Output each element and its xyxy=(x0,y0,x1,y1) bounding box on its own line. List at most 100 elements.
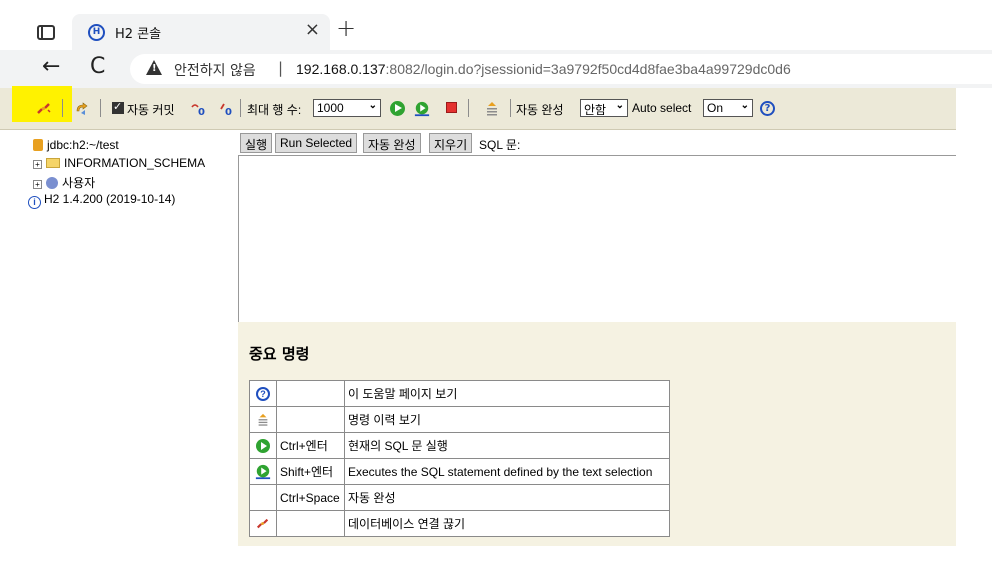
auto-commit-label: 자동 커밋 xyxy=(127,103,175,117)
table-row: 명령 이력 보기 xyxy=(249,406,670,433)
new-tab-button[interactable]: + xyxy=(336,14,356,42)
warning-icon[interactable] xyxy=(146,60,162,75)
sql-label: SQL 문: xyxy=(479,138,521,152)
help-row-desc: 자동 완성 xyxy=(344,484,670,511)
help-row-icon xyxy=(249,432,277,459)
tree-item-connection[interactable]: jdbc:h2:~/test xyxy=(33,138,119,152)
run-icon[interactable] xyxy=(390,101,405,116)
clear-button[interactable]: 지우기 xyxy=(429,133,473,153)
disconnect-icon[interactable] xyxy=(36,101,52,117)
toolbar-separator xyxy=(240,99,241,117)
svg-text:0: 0 xyxy=(225,107,232,117)
rollback-icon[interactable]: 0 xyxy=(218,101,234,117)
history-icon[interactable] xyxy=(484,101,500,117)
help-row-icon xyxy=(249,484,277,511)
tree-item-label: H2 1.4.200 (2019-10-14) xyxy=(44,192,176,206)
reload-button[interactable]: C xyxy=(90,54,105,79)
help-row-icon xyxy=(249,458,277,485)
help-row-key xyxy=(276,380,345,407)
help-row-icon xyxy=(249,406,277,433)
tree-item-label: INFORMATION_SCHEMA xyxy=(64,156,206,170)
table-row: Ctrl+Space 자동 완성 xyxy=(249,484,670,511)
tree-item-version: i H2 1.4.200 (2019-10-14) xyxy=(28,192,175,209)
run-selected-button[interactable]: Run Selected xyxy=(275,133,358,153)
autocomplete-label: 자동 완성 xyxy=(516,103,564,117)
browser-window: H H2 콘솔 × + ← C 안전하지 않음 | 192.168.0.137:… xyxy=(0,0,992,561)
auto-select-label: Auto select xyxy=(632,101,692,115)
sql-editor[interactable] xyxy=(238,155,956,322)
address-bar[interactable]: 안전하지 않음 | 192.168.0.137:8082/login.do?js… xyxy=(130,54,992,84)
toolbar-separator xyxy=(510,99,511,117)
help-row-icon xyxy=(249,510,277,537)
disconnect-icon xyxy=(256,518,269,529)
expand-icon[interactable]: + xyxy=(33,180,42,189)
help-row-key: Shift+엔터 xyxy=(276,458,345,485)
autocomplete-value: 안함 xyxy=(584,103,607,117)
autocomplete-button[interactable]: 자동 완성 xyxy=(363,133,421,153)
max-rows-value: 1000 xyxy=(317,101,344,115)
tree-item-users[interactable]: + 사용자 xyxy=(33,174,95,191)
help-row-desc: 현재의 SQL 문 실행 xyxy=(344,432,670,459)
help-row-desc: 데이터베이스 연결 끊기 xyxy=(344,510,670,537)
tree-item-information-schema[interactable]: + INFORMATION_SCHEMA xyxy=(33,156,205,170)
auto-select-select[interactable]: On ⌄ xyxy=(703,99,753,117)
table-row: 데이터베이스 연결 끊기 xyxy=(249,510,670,537)
auto-select-value: On xyxy=(707,101,724,115)
help-row-key xyxy=(276,510,345,537)
schema-tree: jdbc:h2:~/test + INFORMATION_SCHEMA + 사용자 … xyxy=(0,130,238,561)
refresh-icon[interactable] xyxy=(74,101,90,117)
autocomplete-select[interactable]: 안함 ⌄ xyxy=(580,99,628,117)
tab-actions-icon[interactable] xyxy=(37,25,55,40)
table-row: Ctrl+엔터 현재의 SQL 문 실행 xyxy=(249,432,670,459)
h2-favicon-icon: H xyxy=(88,24,105,41)
help-table: ? 이 도움말 페이지 보기 명령 이력 보기 Ctrl+엔터 현재의 SQL … xyxy=(249,380,670,537)
auto-commit-checkbox[interactable] xyxy=(112,100,124,114)
help-title: 중요 명령 xyxy=(249,345,310,363)
run-button[interactable]: 실행 xyxy=(240,133,273,153)
help-row-icon: ? xyxy=(249,380,277,407)
tab-close-button[interactable]: × xyxy=(305,19,320,40)
url-host: 192.168.0.137 xyxy=(296,61,386,77)
users-icon xyxy=(46,177,58,189)
tab-title: H2 콘솔 xyxy=(115,27,162,42)
help-row-key xyxy=(276,406,345,433)
help-row-desc: 이 도움말 페이지 보기 xyxy=(344,380,670,407)
commit-icon[interactable]: 0 xyxy=(190,101,206,117)
tab-strip: H H2 콘솔 × + xyxy=(0,0,992,50)
history-icon xyxy=(258,413,268,426)
back-button[interactable]: ← xyxy=(42,54,60,79)
toolbar-separator xyxy=(468,99,469,117)
toolbar-separator xyxy=(62,99,63,117)
toolbar-separator xyxy=(100,99,101,117)
help-row-desc: 명령 이력 보기 xyxy=(344,406,670,433)
tree-item-label: jdbc:h2:~/test xyxy=(47,138,119,152)
url-text[interactable]: 192.168.0.137:8082/login.do?jsessionid=3… xyxy=(296,61,791,77)
max-rows-select[interactable]: 1000 ⌄ xyxy=(313,99,381,117)
address-separator: | xyxy=(278,59,284,77)
browser-tab[interactable]: H H2 콘솔 × xyxy=(72,14,330,50)
chevron-down-icon: ⌄ xyxy=(740,100,749,111)
run-icon xyxy=(256,438,270,453)
database-icon xyxy=(33,139,43,151)
help-row-desc: Executes the SQL statement defined by th… xyxy=(344,458,670,485)
security-status[interactable]: 안전하지 않음 xyxy=(174,60,256,80)
chevron-down-icon: ⌄ xyxy=(615,100,624,111)
help-icon[interactable]: ? xyxy=(760,101,775,116)
info-icon: i xyxy=(28,196,41,209)
run-selected-icon[interactable] xyxy=(414,101,430,117)
expand-icon[interactable]: + xyxy=(33,160,42,169)
help-row-key: Ctrl+엔터 xyxy=(276,432,345,459)
help-row-key: Ctrl+Space xyxy=(276,484,345,511)
svg-text:0: 0 xyxy=(198,107,205,117)
url-path: :8082/login.do?jsessionid=3a9792f50cd4d8… xyxy=(385,61,791,77)
chevron-down-icon: ⌄ xyxy=(368,100,377,111)
table-row: ? 이 도움말 페이지 보기 xyxy=(249,380,670,407)
navigation-bar: ← C 안전하지 않음 | 192.168.0.137:8082/login.d… xyxy=(0,50,992,88)
folder-icon xyxy=(46,158,60,168)
run-selected-icon xyxy=(255,464,271,479)
table-row: Shift+엔터 Executes the SQL statement defi… xyxy=(249,458,670,485)
stop-icon[interactable] xyxy=(446,102,457,113)
max-rows-label: 최대 행 수: xyxy=(247,103,302,117)
tree-item-label: 사용자 xyxy=(62,176,96,190)
help-icon: ? xyxy=(256,386,270,401)
